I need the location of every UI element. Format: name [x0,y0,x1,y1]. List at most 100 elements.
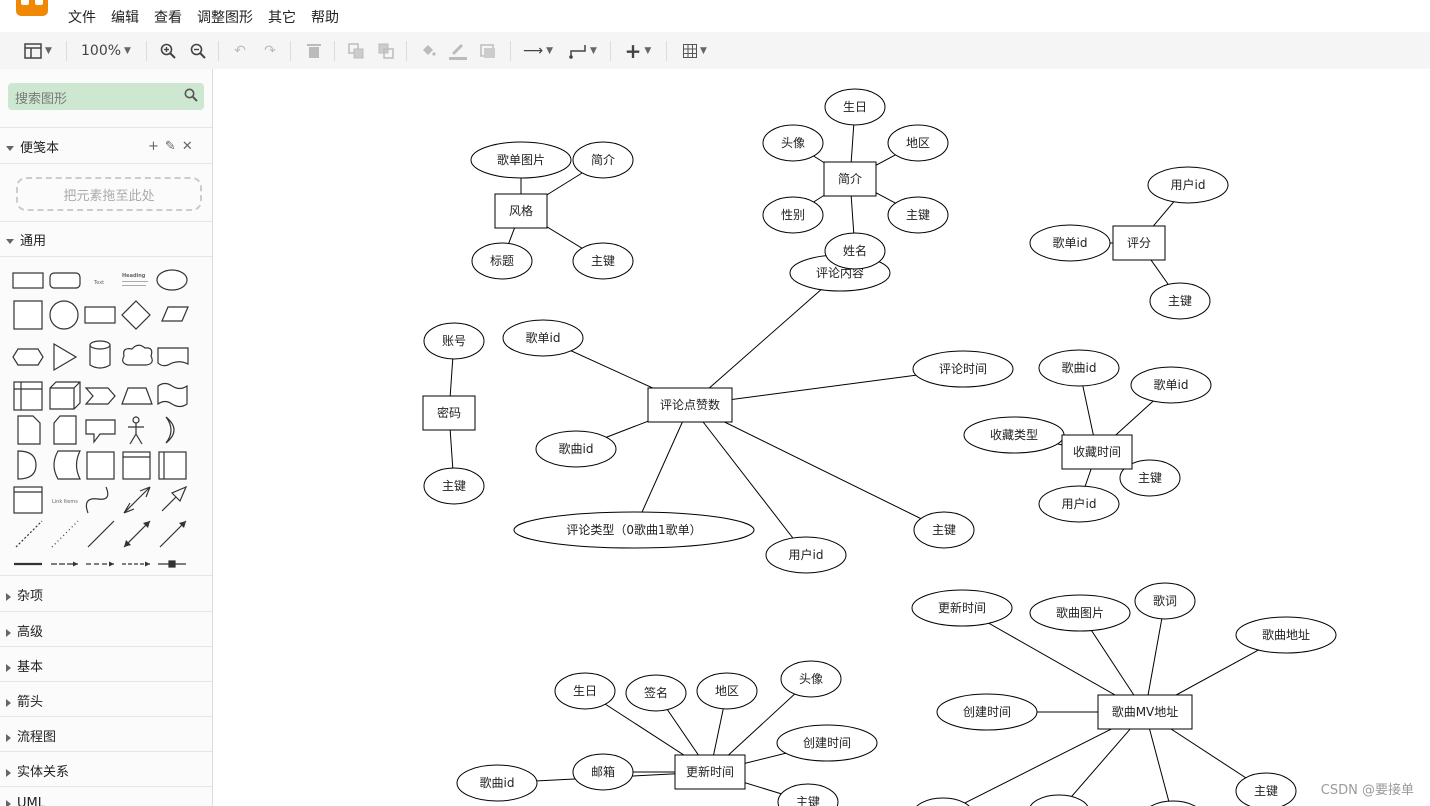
undo-button[interactable]: ↶ [228,32,252,69]
waypoints-button[interactable]: ▼ [564,32,602,69]
section-advanced[interactable]: 高级 [6,621,43,640]
line-shape-icon[interactable] [87,520,115,548]
attribute-ellipse[interactable]: 主键 [777,783,839,806]
entity-box[interactable]: 密码 [422,395,476,431]
attribute-ellipse[interactable]: 歌曲图片 [1029,594,1131,632]
relationship-line[interactable] [689,272,841,406]
search-input[interactable]: 搜索图形 [15,88,67,107]
attribute-ellipse[interactable]: 主键 [887,196,949,234]
section-misc[interactable]: 杂项 [6,585,43,604]
attribute-ellipse[interactable]: 评论时间 [912,350,1014,388]
attribute-ellipse[interactable]: 主键 [423,467,485,505]
attribute-ellipse[interactable]: 更新时间 [911,589,1013,627]
attribute-shape[interactable] [1143,800,1203,806]
attribute-ellipse[interactable]: 头像 [780,660,842,698]
diamond-shape-icon[interactable] [121,300,151,330]
note-shape-icon[interactable] [17,415,41,445]
attribute-ellipse[interactable]: 收藏类型 [963,416,1065,454]
attribute-ellipse[interactable]: 主键 [572,242,634,280]
rounded-rectangle-shape-icon[interactable] [49,272,81,289]
redo-button[interactable]: ↷ [258,32,282,69]
entity-box[interactable]: 收藏时间 [1061,434,1133,470]
attribute-ellipse[interactable]: 主键 [913,511,975,549]
attribute-ellipse[interactable]: 歌曲id [1038,349,1120,387]
ellipse-shape-icon[interactable] [156,269,188,291]
or-shape-icon[interactable] [165,416,175,444]
er-diagram[interactable]: 歌单图片 简介标题 主键生日头像 地区性别 主键评论内容姓名用户id歌单id主键账号主键… [213,69,1430,806]
attribute-ellipse[interactable]: 标题 [471,242,533,280]
attribute-shape[interactable] [1029,794,1089,806]
step-shape-icon[interactable] [84,387,116,405]
circle-shape-icon[interactable] [49,300,79,330]
zoom-out-button[interactable] [186,32,210,69]
search-icon[interactable] [184,88,198,102]
entity-box[interactable]: 简介 [823,161,877,197]
delete-button[interactable] [302,32,326,69]
relationship-line[interactable] [689,404,945,531]
attribute-ellipse[interactable]: 账号 [423,322,485,360]
actor-shape-icon[interactable] [128,423,144,445]
internal-storage-shape-icon[interactable] [13,381,43,411]
attribute-ellipse[interactable]: 歌曲id [456,764,538,802]
table-button[interactable]: ▼ [676,32,714,69]
container-2-shape-icon[interactable] [158,451,187,480]
square-shape-icon[interactable] [13,300,43,330]
attribute-ellipse[interactable]: 用户id [1147,166,1229,204]
menu-edit[interactable]: 编辑 [111,7,139,27]
attribute-ellipse[interactable]: 地区 [696,672,758,710]
attribute-ellipse[interactable]: 主键 [1149,282,1211,320]
triangle-shape-icon[interactable] [53,342,78,372]
attribute-ellipse[interactable]: 用户id [765,536,847,574]
zoom-select[interactable]: 100% ▼ [76,32,136,69]
square-2-shape-icon[interactable] [86,451,115,480]
tape-shape-icon[interactable] [157,382,188,408]
attribute-ellipse[interactable]: 用户id [1038,485,1120,523]
attribute-ellipse[interactable]: 生日 [554,672,616,710]
attribute-ellipse[interactable]: 签名 [625,674,687,712]
container-shape-icon[interactable] [122,451,151,480]
general-section-header[interactable]: 通用 [6,230,46,249]
menu-extras[interactable]: 其它 [268,7,296,27]
attribute-ellipse[interactable] [1029,794,1089,806]
data-storage-shape-icon[interactable] [53,450,81,480]
edit-icon[interactable]: ✎ [165,139,182,154]
curve-shape-icon[interactable] [85,486,109,514]
arrow-shape-icon[interactable] [161,485,188,512]
attribute-shape[interactable] [913,797,973,806]
add-icon[interactable]: + [148,139,165,154]
entity-box[interactable]: 更新时间 [674,754,746,790]
entity-box[interactable]: 风格 [494,193,548,229]
insert-button[interactable]: + ▼ [620,32,656,69]
attribute-ellipse[interactable]: 地区 [887,124,949,162]
scratchpad-drop-zone[interactable]: 把元素拖至此处 [16,177,202,211]
process-shape-icon[interactable] [84,306,116,324]
section-arrows[interactable]: 箭头 [6,691,43,710]
menu-help[interactable]: 帮助 [311,7,339,27]
attribute-ellipse[interactable]: 歌单id [1029,224,1111,262]
text-shape-icon[interactable]: Text [93,280,104,286]
trapezoid-shape-icon[interactable] [121,387,153,405]
attribute-ellipse[interactable]: 歌单图片 [470,141,572,179]
section-basic[interactable]: 基本 [6,656,43,675]
diagram-canvas[interactable]: 歌单图片 简介 标题 主键 生日 头像 地区 性别 主键 评论内容 姓名 用户id 歌单id 主键 账号 主键… [213,69,1430,806]
callout-shape-icon[interactable] [85,419,116,444]
attribute-ellipse[interactable]: 生日 [824,88,886,126]
zoom-in-button[interactable] [156,32,180,69]
document-shape-icon[interactable] [157,347,189,367]
attribute-ellipse[interactable]: 评论类型（0歌曲1歌单） [513,511,755,549]
heading-shape-icon[interactable]: Heading [122,273,146,279]
cloud-shape-icon[interactable] [122,344,153,366]
attribute-ellipse[interactable]: 性别 [762,196,824,234]
card-shape-icon[interactable] [53,415,77,445]
shadow-button[interactable] [476,32,500,69]
attribute-ellipse[interactable]: 姓名 [824,232,886,270]
line-color-button[interactable] [446,32,470,69]
dashed-line-shape-icon[interactable] [15,520,43,548]
attribute-ellipse[interactable]: 创建时间 [936,693,1038,731]
attribute-ellipse[interactable] [1143,800,1203,806]
attribute-ellipse[interactable]: 歌单id [1130,366,1212,404]
section-entity-relation[interactable]: 实体关系 [6,761,69,780]
close-icon[interactable]: ✕ [182,139,199,154]
entity-box[interactable]: 评论点赞数 [647,387,733,423]
list-shape-icon[interactable] [13,486,43,514]
